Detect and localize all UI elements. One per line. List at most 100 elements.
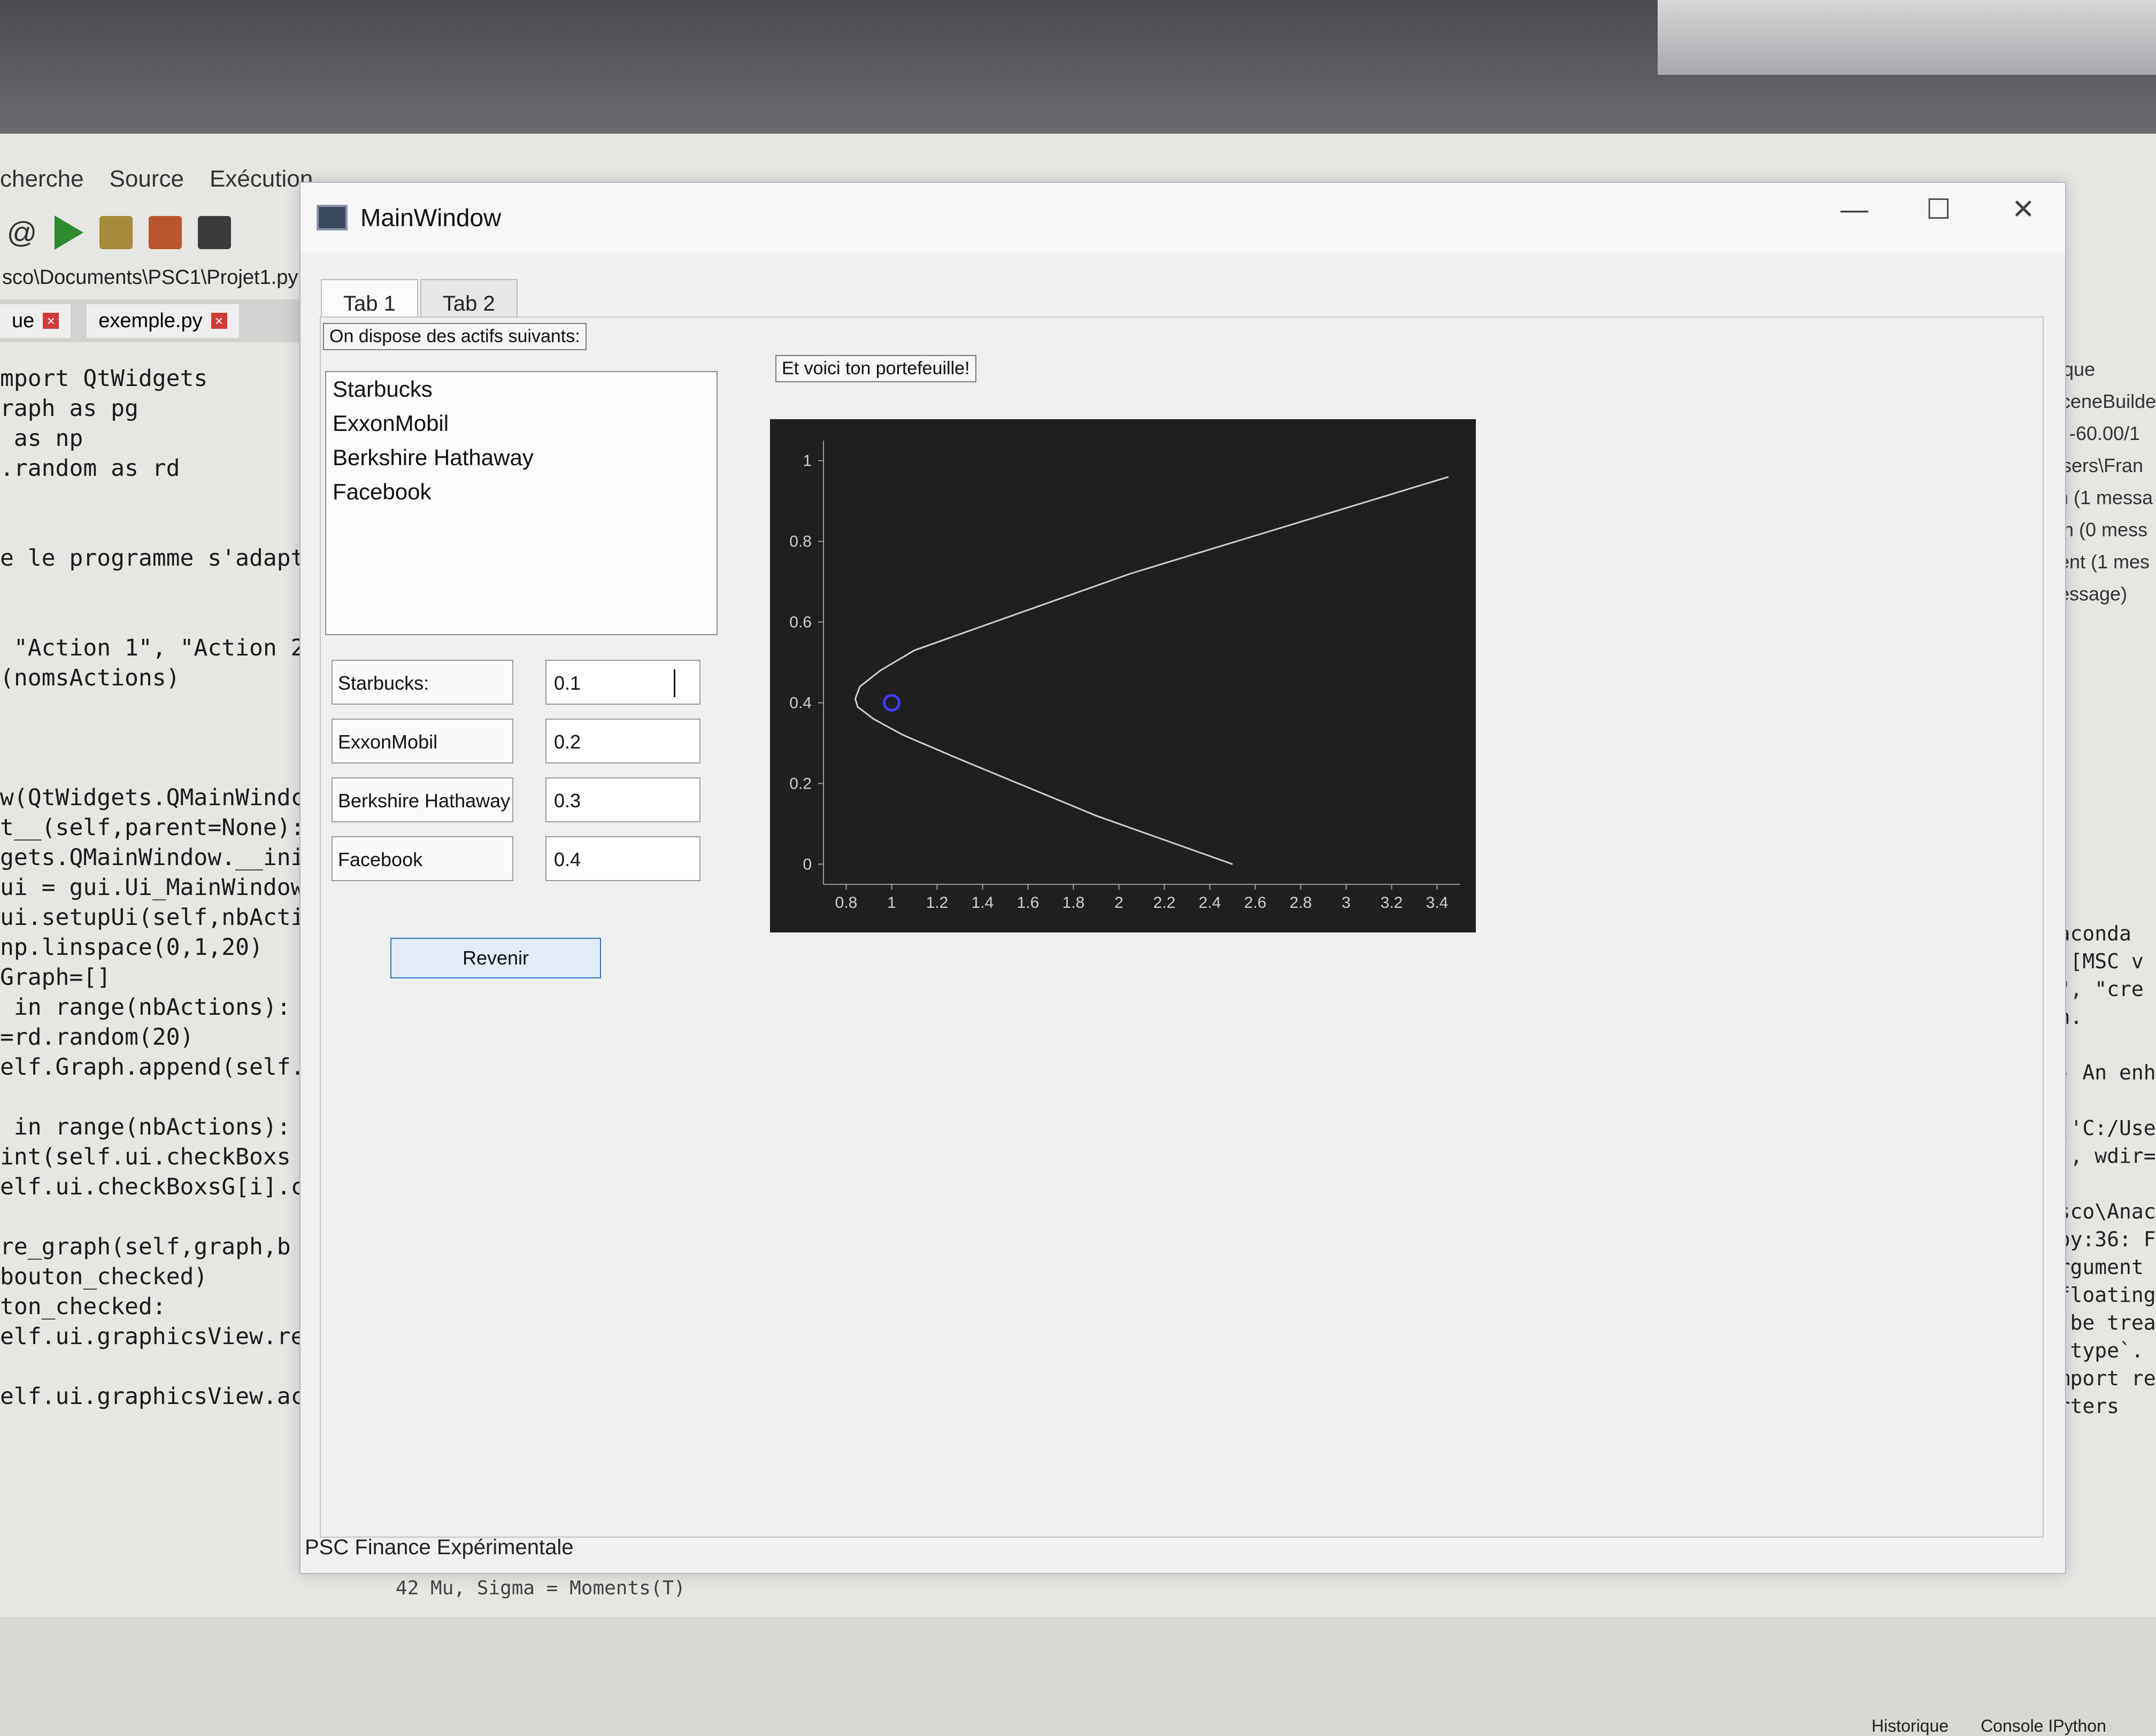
y-tick-label: 0.4: [789, 694, 812, 712]
list-item[interactable]: Starbucks: [326, 372, 717, 406]
run-cell-icon[interactable]: [99, 216, 133, 249]
run-selection-icon[interactable]: [198, 216, 231, 249]
list-item[interactable]: Facebook: [326, 475, 717, 509]
x-tick-label: 2.6: [1244, 894, 1267, 912]
close-icon[interactable]: ×: [43, 313, 59, 329]
y-tick-label: 0: [803, 855, 812, 873]
editor-tab-label: ue: [12, 309, 35, 332]
menu-item-source[interactable]: Source: [110, 166, 184, 192]
x-tick-label: 2.8: [1290, 894, 1312, 912]
code-line: in range(nbActions):: [0, 994, 291, 1021]
code-line: raph as pg: [0, 395, 138, 422]
weight-value: 0.4: [554, 848, 581, 870]
main-window: MainWindow — ☐ ✕ Tab 1 Tab 2 On dispose …: [299, 182, 2066, 1574]
close-icon[interactable]: ×: [211, 313, 227, 329]
weight-input[interactable]: 0.4: [545, 836, 700, 881]
back-button[interactable]: Revenir: [390, 938, 601, 978]
title-bar[interactable]: MainWindow — ☐ ✕: [301, 183, 2065, 252]
weight-label: Starbucks:: [332, 660, 513, 705]
x-tick-label: 1.6: [1017, 894, 1040, 912]
code-line: elf.ui.graphicsView.ac: [0, 1383, 305, 1410]
run-cell-advance-icon[interactable]: [149, 216, 182, 249]
code-line: ui = gui.Ui_MainWindow: [0, 874, 305, 901]
x-tick-label: 3.4: [1426, 894, 1449, 912]
code-line: "Action 1", "Action 2": [0, 635, 310, 661]
x-tick-label: 2: [1114, 894, 1123, 912]
monitor-bezel-highlight: [1658, 0, 2156, 75]
window-icon: [317, 205, 348, 230]
back-button-label: Revenir: [462, 947, 529, 969]
plot-background: [770, 419, 1476, 932]
weight-input[interactable]: 0.3: [545, 777, 700, 822]
editor-tab[interactable]: ue ×: [0, 304, 71, 338]
assets-list[interactable]: Starbucks ExxonMobil Berkshire Hathaway …: [325, 371, 718, 635]
code-line: Graph=[]: [0, 964, 111, 991]
ide-toolbar: @: [0, 203, 348, 262]
tab-console-ipython[interactable]: Console IPython: [1981, 1716, 2106, 1736]
code-line: e le programme s'adapt: [0, 545, 305, 572]
code-line: in range(nbActions):: [0, 1114, 291, 1140]
code-line: re_graph(self,graph,b: [0, 1233, 291, 1260]
weight-label: Berkshire Hathaway: [332, 777, 513, 822]
code-line: w(QtWidgets.QMainWindc: [0, 784, 305, 811]
x-tick-label: 0.8: [835, 894, 858, 912]
code-line: elf.Graph.append(self.: [0, 1054, 305, 1081]
list-item[interactable]: ExxonMobil: [326, 406, 717, 441]
weight-value: 0.3: [554, 790, 581, 812]
maximize-button[interactable]: ☐: [1926, 194, 1951, 226]
minimize-button[interactable]: —: [1841, 194, 1868, 226]
x-tick-label: 2.4: [1199, 894, 1221, 912]
menu-item-execution[interactable]: Exécution: [210, 166, 313, 192]
window-title: MainWindow: [360, 204, 502, 232]
code-line: elf.ui.checkBoxsG[i].c: [0, 1174, 305, 1200]
code-line: t__(self,parent=None):: [0, 814, 305, 841]
x-tick-label: 2.2: [1153, 894, 1176, 912]
portfolio-plot[interactable]: 0.8 1 1.2 1.4 1.6 1.8 2 2.2 2.4 2.6 2.8 3 3.2 3.4 0 0.2…: [770, 419, 1476, 935]
code-editor[interactable]: mport QtWidgets raph as pg as np .random a…: [0, 364, 310, 1609]
close-button[interactable]: ✕: [2012, 194, 2035, 226]
run-icon[interactable]: [55, 215, 83, 250]
menu-item-recherche[interactable]: cherche: [0, 166, 84, 192]
weight-label: ExxonMobil: [332, 719, 513, 763]
code-line: (nomsActions): [0, 665, 180, 691]
editor-tab-label: exemple.py: [98, 309, 203, 332]
code-line: ui.setupUi(self,nbActi: [0, 904, 305, 931]
x-tick-label: 1: [887, 894, 896, 912]
file-path: sco\Documents\PSC1\Projet1.py: [2, 266, 298, 289]
weight-input[interactable]: 0.2: [545, 719, 700, 763]
status-bar: PSC Finance Expérimentale: [305, 1536, 574, 1559]
weight-value: 0.1: [554, 672, 581, 694]
text-caret: [674, 669, 675, 697]
code-line: bouton_checked): [0, 1263, 208, 1290]
tab-historique[interactable]: Historique: [1872, 1716, 1949, 1736]
code-line: gets.QMainWindow.__ini: [0, 844, 305, 871]
assets-label: On dispose des actifs suivants:: [323, 323, 587, 350]
list-item[interactable]: Berkshire Hathaway: [326, 441, 717, 475]
weight-value: 0.2: [554, 731, 581, 753]
code-line: =rd.random(20): [0, 1024, 194, 1051]
code-line: elf.ui.graphicsView.re: [0, 1323, 305, 1350]
y-tick-label: 0.2: [789, 775, 812, 792]
y-tick-label: 0.8: [789, 533, 812, 551]
y-tick-label: 1: [803, 452, 812, 470]
code-line: np.linspace(0,1,20): [0, 934, 263, 961]
editor-tab[interactable]: exemple.py ×: [87, 304, 239, 338]
weight-label: Facebook: [332, 836, 513, 881]
x-tick-label: 1.2: [926, 894, 949, 912]
code-line: .random as rd: [0, 455, 180, 482]
code-line: ton_checked:: [0, 1293, 166, 1320]
at-icon[interactable]: @: [5, 216, 38, 249]
efficient-frontier-chart: 0.8 1 1.2 1.4 1.6 1.8 2 2.2 2.4 2.6 2.8 3 3.2 3.4 0 0.2…: [770, 419, 1476, 932]
weight-input[interactable]: 0.1: [545, 660, 700, 705]
tab-content: On dispose des actifs suivants: Starbuck…: [320, 317, 2044, 1538]
x-tick-label: 1.4: [972, 894, 994, 912]
y-tick-label: 0.6: [789, 614, 812, 631]
